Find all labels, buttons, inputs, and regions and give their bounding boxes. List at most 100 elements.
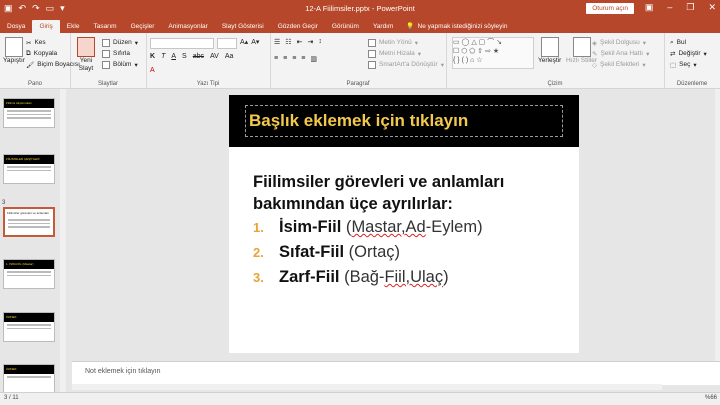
replace-button[interactable]: ⇄ Değiştir ▾ <box>670 48 707 59</box>
zoom-level[interactable]: %66 <box>705 395 717 401</box>
close-button[interactable]: ✕ <box>708 2 716 13</box>
tab-view[interactable]: Görünüm <box>325 20 366 33</box>
scissors-icon: ✂ <box>26 39 32 47</box>
thumbnail-pane: Fiilimsi Alıştırmaları FİİLİMSİLER ÇEŞİT… <box>0 89 72 394</box>
new-slide-icon <box>77 37 95 57</box>
line-spacing-icon[interactable]: ↕ <box>318 38 322 46</box>
grow-font-icon[interactable]: A▴ <box>240 38 248 49</box>
slide[interactable]: Başlık eklemek için tıklayın Fiilimsiler… <box>229 95 579 353</box>
thumbnail-scrollbar[interactable] <box>60 89 66 392</box>
list-item: 1. İsim-Fiil (Mastar,Ad-Eylem) <box>253 218 483 236</box>
font-size-box[interactable] <box>217 38 237 49</box>
reset-button[interactable]: Sıfırla <box>102 48 138 59</box>
shape-outline-button[interactable]: ✎ Şekil Ana Hattı ▾ <box>592 48 649 59</box>
align-right-icon[interactable]: ≡ <box>292 55 296 63</box>
copy-icon: ⧉ <box>26 49 31 57</box>
shape-effects-button[interactable]: ◇ Şekil Efektleri ▾ <box>592 59 649 70</box>
bullets-icon[interactable]: ☰ <box>274 38 280 46</box>
slide-canvas: Başlık eklemek için tıklayın Fiilimsiler… <box>72 89 720 361</box>
font-color-icon[interactable]: A <box>150 67 155 74</box>
group-slides: Yeni Slayt Düzen ▾ Sıfırla Bölüm ▾ Slaytla… <box>70 33 147 88</box>
text-direction-button[interactable]: Metin Yönü ▾ <box>368 37 444 48</box>
reset-icon <box>102 49 110 58</box>
tab-insert[interactable]: Ekle <box>60 20 87 33</box>
effects-icon: ◇ <box>592 61 597 69</box>
font-name-box[interactable] <box>150 38 214 49</box>
paint-bucket-icon: ◈ <box>592 39 597 47</box>
justify-icon[interactable]: ≡ <box>301 55 305 63</box>
tell-me-box[interactable]: 💡 Ne yapmak istediğinizi söyleyin <box>400 20 513 33</box>
title-area: Başlık eklemek için tıklayın <box>229 95 579 147</box>
restore-button[interactable]: ❐ <box>686 2 694 13</box>
align-text-button[interactable]: Metni Hizala ▾ <box>368 48 444 59</box>
tab-design[interactable]: Tasarım <box>86 20 123 33</box>
smartart-icon <box>368 60 376 69</box>
underline-icon[interactable]: A <box>171 53 176 60</box>
tab-home[interactable]: Giriş <box>32 20 60 33</box>
tab-animations[interactable]: Animasyonlar <box>161 20 214 33</box>
horizontal-scrollbar[interactable] <box>72 384 662 390</box>
shape-gallery[interactable]: ▭ ◯ △ ▢ ⌒ ↘ ☐ ⬡ ⬠ ⇧ ⇨ ★{ } ( ) ⌂ ☆ <box>452 37 534 69</box>
list-item: 3. Zarf-Fiil (Bağ-Fiil,Ulaç) <box>253 268 449 286</box>
group-drawing: ▭ ◯ △ ▢ ⌒ ↘ ☐ ⬡ ⬠ ⇧ ⇨ ★{ } ( ) ⌂ ☆ Yerleş… <box>446 33 665 88</box>
increase-indent-icon[interactable]: ⇥ <box>307 38 313 46</box>
quick-styles-icon <box>572 37 591 57</box>
layout-icon <box>102 38 110 47</box>
shape-fill-button[interactable]: ◈ Şekil Dolgusu ▾ <box>592 37 649 48</box>
pen-icon: ✎ <box>592 50 598 58</box>
select-button[interactable]: ⬚ Seç ▾ <box>670 59 707 70</box>
shrink-font-icon[interactable]: A▾ <box>251 38 259 49</box>
select-icon: ⬚ <box>670 61 677 69</box>
numbering-icon[interactable]: ☷ <box>285 38 291 46</box>
section-icon <box>102 60 110 69</box>
lightbulb-icon: 💡 <box>406 23 415 30</box>
find-button[interactable]: ⌕ Bul <box>670 37 707 48</box>
content-placeholder[interactable]: Fiilimsiler görevleri ve anlamları bakım… <box>253 171 573 290</box>
text-direction-icon <box>368 38 376 47</box>
notes-placeholder: Not eklemek için tıklayın <box>85 368 161 375</box>
decrease-indent-icon[interactable]: ⇤ <box>297 38 303 46</box>
tab-transitions[interactable]: Geçişler <box>124 20 162 33</box>
convert-smartart-button[interactable]: SmartArt'a Dönüştür ▾ <box>368 59 444 70</box>
notes-pane[interactable]: Not eklemek için tıklayın <box>72 361 720 385</box>
spacing-icon[interactable]: AV <box>210 53 219 60</box>
title-placeholder-text: Başlık eklemek için tıklayın <box>249 111 469 130</box>
group-editing: ⌕ Bul ⇄ Değiştir ▾ ⬚ Seç ▾ Düzenleme <box>670 37 708 88</box>
list-item: 2. Sıfat-Fiil (Ortaç) <box>253 243 401 261</box>
replace-icon: ⇄ <box>670 50 676 58</box>
ribbon-tabs: Dosya Giriş Ekle Tasarım Geçişler Animas… <box>0 18 720 33</box>
bold-icon[interactable]: K <box>150 53 155 60</box>
align-center-icon[interactable]: ≡ <box>283 55 287 63</box>
align-left-icon[interactable]: ≡ <box>274 55 278 63</box>
group-paragraph: ☰ ☷ ⇤ ⇥ ↕ ≡ ≡ ≡ ≡ ▥ Metin Yönü ▾ Metni Hi… <box>270 33 447 88</box>
group-font: A▴ A▾ K T A S abc AV Aa A Yazı Tipi <box>146 33 271 88</box>
arrange-button[interactable]: Yerleştir <box>538 37 561 65</box>
paste-button[interactable]: Yapıştır <box>3 37 25 65</box>
slide-counter: 3 / 11 <box>4 395 19 401</box>
tab-slideshow[interactable]: Slayt Gösterisi <box>215 20 271 33</box>
ribbon-options-icon[interactable]: ▣ <box>645 2 654 13</box>
tab-file[interactable]: Dosya <box>0 20 32 33</box>
tab-review[interactable]: Gözden Geçir <box>271 20 325 33</box>
align-text-icon <box>368 49 376 58</box>
section-button[interactable]: Bölüm ▾ <box>102 59 138 70</box>
strikethrough-icon[interactable]: abc <box>193 53 204 60</box>
paste-icon <box>4 37 23 57</box>
search-icon: ⌕ <box>670 38 674 46</box>
slide-scrollbar[interactable] <box>715 89 720 361</box>
columns-icon[interactable]: ▥ <box>310 55 317 63</box>
status-bar: 3 / 11 %66 <box>0 392 720 405</box>
title-bar: ▣ ↶ ↷ ▭ ▾ 12-A Fiilimsiler.pptx - PowerP… <box>0 0 720 18</box>
new-slide-button[interactable]: Yeni Slayt <box>74 37 98 73</box>
tab-help[interactable]: Yardım <box>366 20 400 33</box>
group-clipboard: Yapıştır ✂ Kes ⧉ Kopyala 🖌 Biçim Boyacısı P… <box>0 33 80 88</box>
arrange-icon <box>540 37 559 57</box>
shadow-icon[interactable]: S <box>182 53 187 60</box>
italic-icon[interactable]: T <box>161 53 165 60</box>
minimize-button[interactable]: – <box>667 2 672 13</box>
ribbon: Yapıştır ✂ Kes ⧉ Kopyala 🖌 Biçim Boyacısı P… <box>0 33 720 89</box>
case-icon[interactable]: Aa <box>225 53 234 60</box>
signin-button[interactable]: Oturum açın <box>586 3 634 14</box>
lead-text: Fiilimsiler görevleri ve anlamları bakım… <box>253 173 505 213</box>
layout-button[interactable]: Düzen ▾ <box>102 37 138 48</box>
